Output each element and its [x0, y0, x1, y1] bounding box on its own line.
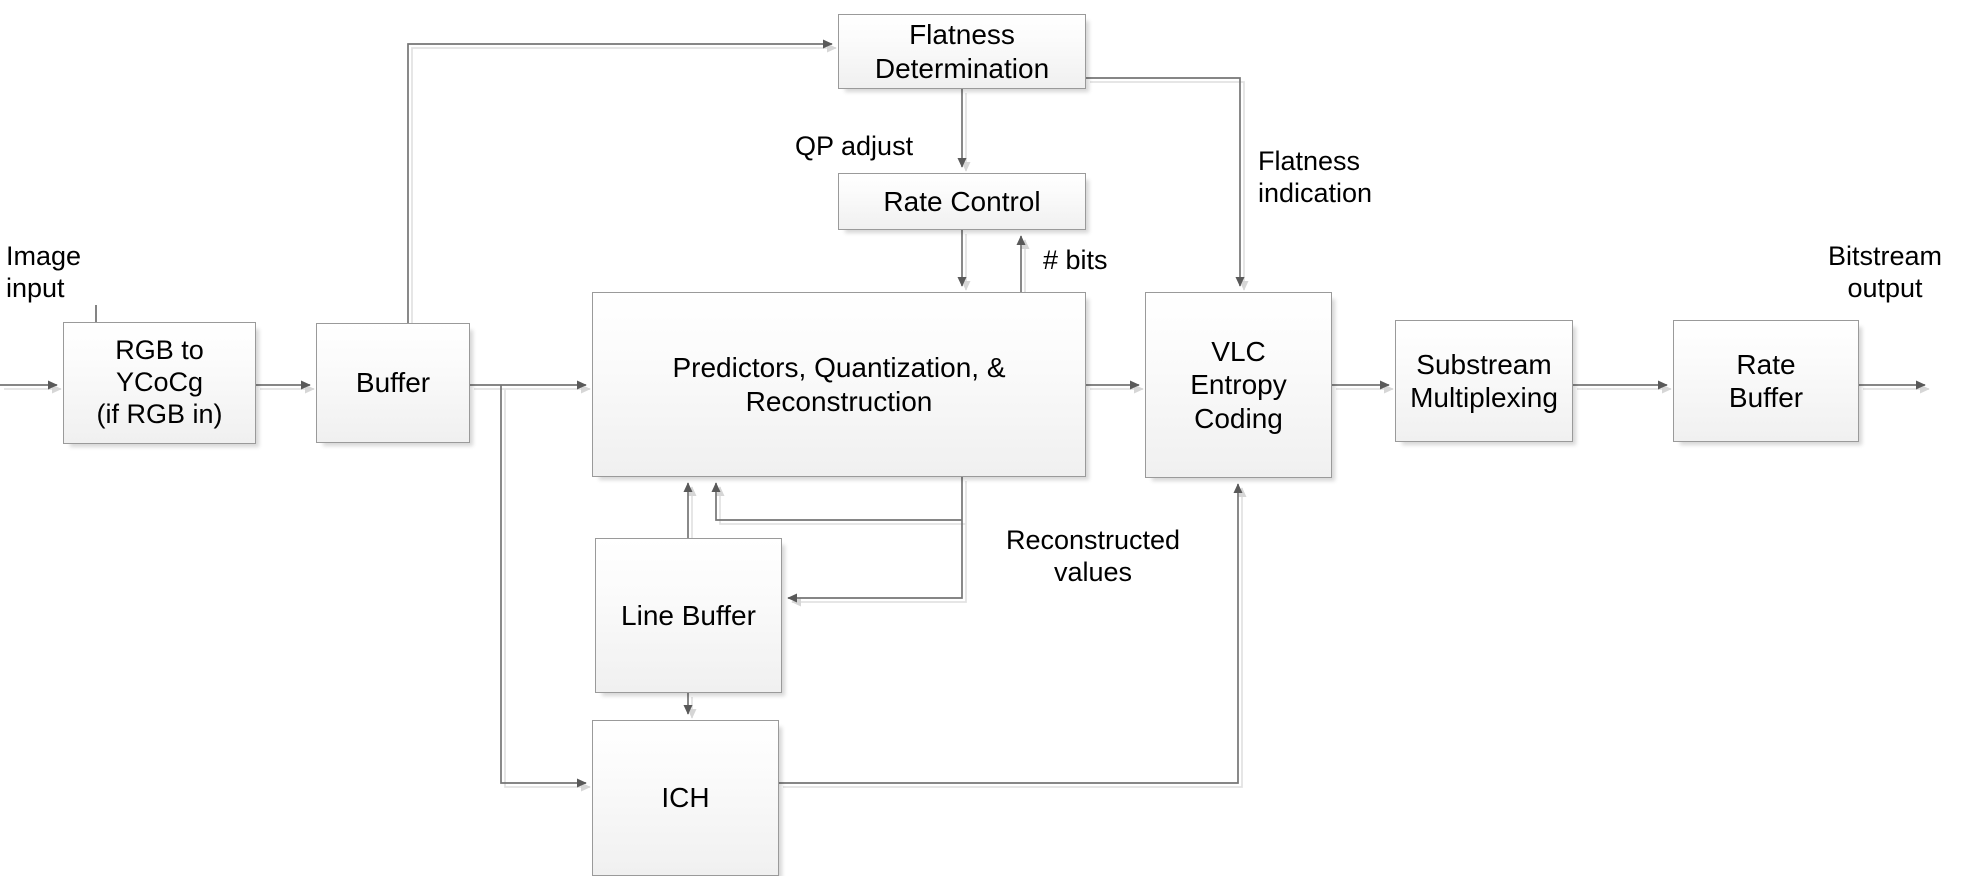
- label-qp-adjust: QP adjust: [795, 131, 914, 161]
- block-rgb-to-ycocg[interactable]: RGB to YCoCg (if RGB in): [63, 322, 256, 444]
- wire-predictors-feedback: [711, 482, 962, 521]
- block-label: Buffer: [355, 367, 431, 399]
- block-rate-buffer[interactable]: Rate Buffer: [1673, 320, 1859, 442]
- block-label: Flatness Determination: [874, 19, 1050, 84]
- wire-buffer-to-ich: [500, 385, 587, 788]
- wire-buffer-to-flatness: [407, 39, 833, 323]
- label-flatness-indication: Flatness indication: [1258, 146, 1373, 209]
- block-vlc-entropy-coding[interactable]: VLC Entropy Coding: [1145, 292, 1332, 478]
- block-label: Rate Buffer: [1728, 348, 1804, 413]
- block-label: Substream Multiplexing: [1410, 348, 1558, 413]
- block-line-buffer[interactable]: Line Buffer: [595, 538, 782, 693]
- block-label: Rate Control: [883, 185, 1041, 217]
- block-label: ICH: [661, 782, 710, 814]
- block-rate-control[interactable]: Rate Control: [838, 173, 1086, 230]
- label-num-bits: # bits: [1043, 245, 1108, 275]
- label-reconstructed-values: Reconstructed values: [1005, 525, 1181, 588]
- block-ich[interactable]: ICH: [592, 720, 779, 876]
- wire-predictors-to-linebuffer: [787, 477, 963, 603]
- label-image-input: Image input: [6, 241, 82, 304]
- block-substream-multiplexing[interactable]: Substream Multiplexing: [1395, 320, 1573, 442]
- block-predictors-quantization-reconstruction[interactable]: Predictors, Quantization, & Reconstructi…: [592, 292, 1086, 477]
- label-bitstream-output: Bitstream output: [1827, 241, 1943, 304]
- block-flatness-determination[interactable]: Flatness Determination: [838, 14, 1086, 89]
- diagram-canvas: RGB to YCoCg (if RGB in) Buffer Flatness…: [0, 0, 1969, 876]
- block-label: Line Buffer: [621, 599, 756, 631]
- block-label: RGB to YCoCg (if RGB in): [96, 335, 223, 429]
- block-buffer[interactable]: Buffer: [316, 323, 470, 443]
- block-label: Predictors, Quantization, & Reconstructi…: [672, 352, 1006, 417]
- block-label: VLC Entropy Coding: [1190, 336, 1287, 434]
